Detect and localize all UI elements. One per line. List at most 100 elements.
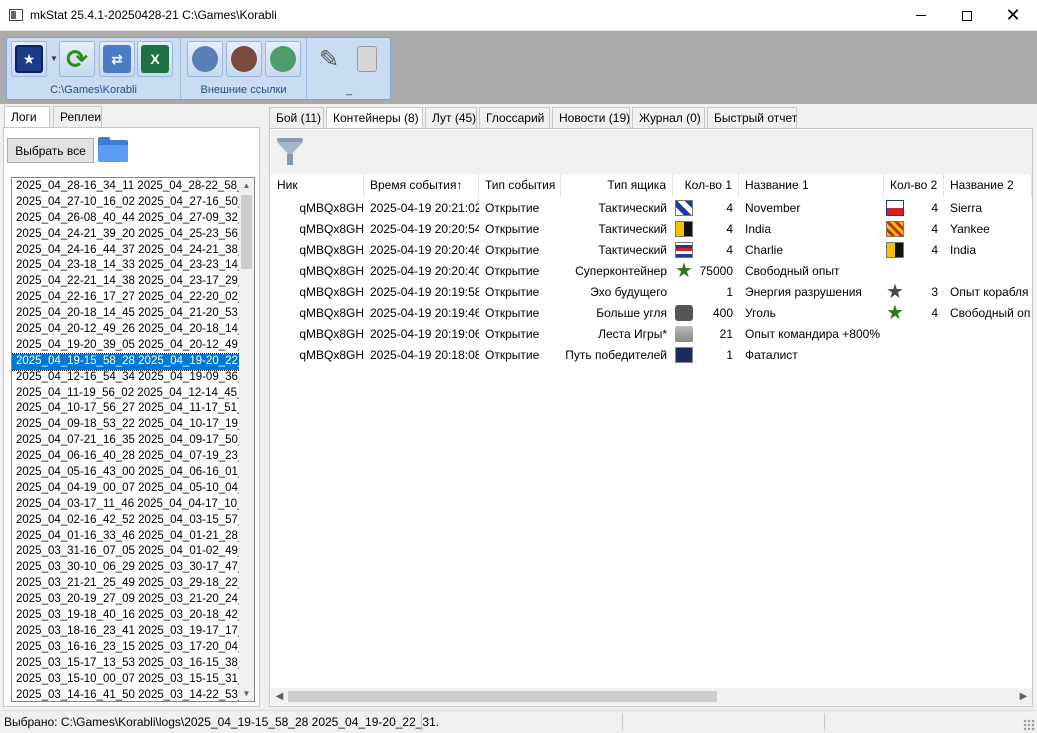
tab-news[interactable]: Новости (19)	[552, 107, 630, 129]
sync-folder-button[interactable]: ⇄	[99, 41, 135, 77]
log-list-item[interactable]: 2025_03_31-16_07_05 2025_04_01-02_49_41	[12, 544, 240, 560]
table-row[interactable]: qMBQx8GH 2025-04-19 20:20:54 Открытие Такти…	[271, 219, 1032, 240]
cell-box: Эхо будущего	[590, 285, 667, 299]
log-list-item[interactable]: 2025_04_20-18_14_45 2025_04_21-20_53_08	[12, 306, 240, 322]
log-list-item[interactable]: 2025_04_23-18_14_33 2025_04_23-23_14_58	[12, 258, 240, 274]
col-qty-2-header[interactable]: Кол-во 2	[884, 174, 944, 197]
close-button[interactable]: ✕	[990, 0, 1036, 31]
log-list-item[interactable]: 2025_04_05-16_43_00 2025_04_06-16_01_27	[12, 465, 240, 481]
log-list-item[interactable]: 2025_04_22-21_14_38 2025_04_23-17_29_45	[12, 274, 240, 290]
log-list-item[interactable]: 2025_04_19-15_58_28 2025_04_19-20_22_31	[12, 352, 241, 371]
log-list-item[interactable]: 2025_04_27-10_16_02 2025_04_27-16_50_29	[12, 195, 240, 211]
table-hscrollbar[interactable]: ◀ ▶	[271, 688, 1032, 705]
clear-button[interactable]	[349, 41, 385, 77]
log-list-item[interactable]: 2025_04_02-16_42_52 2025_04_03-15_57_18	[12, 513, 240, 529]
log-list-item[interactable]: 2025_04_10-17_56_27 2025_04_11-17_51_50	[12, 401, 240, 417]
scroll-left-icon[interactable]: ◀	[271, 688, 288, 705]
log-list-item[interactable]: 2025_03_20-19_27_09 2025_03_21-20_24_48	[12, 592, 240, 608]
select-all-button[interactable]: Выбрать все	[7, 138, 94, 163]
tab-loot[interactable]: Лут (45)	[425, 107, 477, 129]
scroll-up-icon[interactable]: ▲	[239, 178, 254, 193]
table-row[interactable]: qMBQx8GH 2025-04-19 20:18:08 Открытие Путь …	[271, 345, 1032, 366]
link-button-2[interactable]	[226, 41, 262, 77]
link-chat-icon	[270, 46, 296, 72]
log-list-item[interactable]: 2025_04_24-21_39_20 2025_04_25-23_56_38	[12, 227, 240, 243]
chevron-down-icon[interactable]: ▼	[50, 54, 58, 63]
fatalist-icon	[675, 347, 693, 363]
open-folder-button[interactable]	[96, 136, 130, 164]
log-list-item[interactable]: 2025_04_12-16_54_34 2025_04_19-09_36_34	[12, 370, 240, 386]
table-row[interactable]: qMBQx8GH 2025-04-19 20:19:06 Открытие Леста…	[271, 324, 1032, 345]
game-logo-button[interactable]: ★	[11, 41, 47, 77]
maximize-button[interactable]	[944, 0, 990, 31]
scroll-thumb[interactable]	[241, 195, 252, 269]
col-box-type-header[interactable]: Тип ящика	[561, 174, 673, 197]
refresh-button[interactable]: ⟳	[59, 41, 95, 77]
log-list-item[interactable]: 2025_04_11-19_56_02 2025_04_12-14_45_08	[12, 386, 240, 402]
cell-event: Открытие	[485, 348, 540, 362]
link-button-3[interactable]	[265, 41, 301, 77]
table-row[interactable]: qMBQx8GH 2025-04-19 20:19:46 Открытие Больш…	[271, 303, 1032, 324]
table-row[interactable]: qMBQx8GH 2025-04-19 20:19:58 Открытие Эхо б…	[271, 282, 1032, 303]
log-list-item[interactable]: 2025_03_19-18_40_16 2025_03_20-18_42_23	[12, 608, 240, 624]
log-list-item[interactable]: 2025_03_16-16_23_15 2025_03_17-20_04_04	[12, 640, 240, 656]
log-list-item[interactable]: 2025_04_28-16_34_11 2025_04_28-22_58_49	[12, 179, 240, 195]
scroll-down-icon[interactable]: ▼	[239, 686, 254, 701]
table-row[interactable]: qMBQx8GH 2025-04-19 20:20:40 Открытие Супер…	[271, 261, 1032, 282]
log-list-item[interactable]: 2025_04_19-20_39_05 2025_04_20-12_49_21	[12, 338, 240, 354]
app-icon	[9, 9, 23, 21]
minimize-button[interactable]	[898, 0, 944, 31]
settings-button[interactable]: ✎	[311, 41, 347, 77]
logs-panel: Выбрать все 2025_04_28-16_34_11 2025_04_…	[3, 127, 260, 707]
flag-charlie-icon	[675, 242, 693, 258]
col-name-1-header[interactable]: Название 1	[739, 174, 884, 197]
resize-grip[interactable]	[1023, 719, 1035, 731]
col-name-2-header[interactable]: Название 2	[944, 174, 1032, 197]
cell-box: Тактический	[598, 201, 667, 215]
log-list-item[interactable]: 2025_03_15-17_13_53 2025_03_16-15_38_28	[12, 656, 240, 672]
scroll-right-icon[interactable]: ▶	[1015, 688, 1032, 705]
table-row[interactable]: qMBQx8GH 2025-04-19 20:21:02 Открытие Такти…	[271, 198, 1032, 219]
col-nick-header[interactable]: Ник	[271, 174, 364, 197]
log-list-item[interactable]: 2025_04_01-16_33_46 2025_04_01-21_28_25	[12, 529, 240, 545]
cell-nick: qMBQx8GH	[299, 222, 364, 236]
log-list-item[interactable]: 2025_03_30-10_06_29 2025_03_30-17_47_57	[12, 560, 240, 576]
tab-battles[interactable]: Бой (11)	[269, 107, 324, 129]
tab-journal[interactable]: Журнал (0)	[632, 107, 705, 129]
cell-name2	[950, 261, 1032, 282]
log-list-item[interactable]: 2025_03_15-10_00_07 2025_03_15-15_31_28	[12, 672, 240, 688]
cell-box: Больше угля	[596, 306, 667, 320]
table-row[interactable]: qMBQx8GH 2025-04-19 20:20:46 Открытие Такти…	[271, 240, 1032, 261]
tab-containers[interactable]: Контейнеры (8)	[326, 107, 423, 130]
log-list-item[interactable]: 2025_04_20-12_49_26 2025_04_20-18_14_41	[12, 322, 240, 338]
filter-icon[interactable]	[277, 138, 303, 166]
col-event-time-header[interactable]: Время события↑	[364, 174, 479, 197]
export-excel-button[interactable]: X	[137, 41, 173, 77]
log-list-item[interactable]: 2025_04_03-17_11_46 2025_04_04-17_10_22	[12, 497, 240, 513]
link-button-1[interactable]	[187, 41, 223, 77]
toolbar-group-label: Внешние ссылки	[200, 84, 287, 96]
log-list-item[interactable]: 2025_04_04-19_00_07 2025_04_05-10_04_40	[12, 481, 240, 497]
log-list-item[interactable]: 2025_04_26-08_40_44 2025_04_27-09_32_32	[12, 211, 240, 227]
log-list-item[interactable]: 2025_03_14-16_41_50 2025_03_14-22_53_47	[12, 688, 240, 702]
log-list-scrollbar[interactable]: ▲ ▼	[239, 178, 254, 701]
log-list-item[interactable]: 2025_04_06-16_40_28 2025_04_07-19_23_37	[12, 449, 240, 465]
scroll-thumb[interactable]	[288, 691, 717, 702]
log-list-item[interactable]: 2025_04_24-16_44_37 2025_04_24-21_38_17	[12, 243, 240, 259]
log-list-item[interactable]: 2025_03_21-21_25_49 2025_03_29-18_22_00	[12, 576, 240, 592]
col-qty-1-header[interactable]: Кол-во 1	[673, 174, 739, 197]
cell-nick: qMBQx8GH	[299, 327, 364, 341]
cell-event: Открытие	[485, 201, 540, 215]
log-list-item[interactable]: 2025_03_18-16_23_41 2025_03_19-17_17_51	[12, 624, 240, 640]
tab-logs[interactable]: Логи	[4, 106, 50, 129]
log-list-item[interactable]: 2025_04_07-21_16_35 2025_04_09-17_50_45	[12, 433, 240, 449]
log-list-item[interactable]: 2025_04_22-16_17_27 2025_04_22-20_02_50	[12, 290, 240, 306]
tab-glossary[interactable]: Глоссарий	[479, 107, 550, 129]
tab-replays[interactable]: Реплеи	[53, 106, 102, 128]
cell-time: 2025-04-19 20:20:54	[370, 222, 479, 236]
log-list[interactable]: 2025_04_28-16_34_11 2025_04_28-22_58_49 2…	[11, 177, 255, 702]
tab-quick-report[interactable]: Быстрый отчет	[707, 107, 797, 129]
col-event-type-header[interactable]: Тип события	[479, 174, 561, 197]
log-list-item[interactable]: 2025_04_09-18_53_22 2025_04_10-17_19_51	[12, 417, 240, 433]
cell-event: Открытие	[485, 243, 540, 257]
